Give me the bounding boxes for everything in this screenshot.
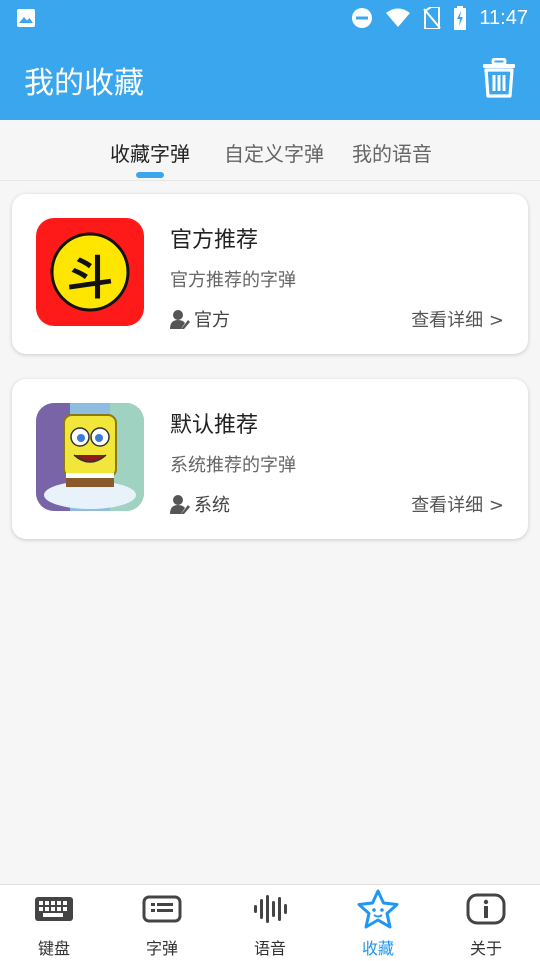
nav-voice[interactable]: 语音 <box>216 885 324 961</box>
nav-subtitles[interactable]: 字弹 <box>108 885 216 961</box>
card-author: 系统 <box>170 491 230 517</box>
view-details-link[interactable]: 查看详细 > <box>411 491 504 517</box>
nav-label: 字弹 <box>145 939 178 958</box>
tab-my-voice[interactable]: 我的语音 <box>352 138 432 167</box>
card-thumbnail <box>36 403 144 511</box>
battery-charging-icon <box>454 6 467 30</box>
subtitle-icon <box>142 895 182 923</box>
image-notification-icon <box>17 9 35 27</box>
view-details-link[interactable]: 查看详细 > <box>411 306 504 332</box>
nav-label: 键盘 <box>37 939 70 958</box>
favorite-card[interactable]: 斗 官方推荐 官方推荐的字弹 官方 查看详细 > <box>12 194 528 354</box>
tab-custom-subtitles[interactable]: 自定义字弹 <box>224 138 324 167</box>
favorite-card[interactable]: 默认推荐 系统推荐的字弹 系统 查看详细 > <box>12 379 528 539</box>
info-icon <box>466 893 506 925</box>
nav-keyboard[interactable]: 键盘 <box>0 885 108 961</box>
nav-about[interactable]: 关于 <box>432 885 540 961</box>
wifi-icon <box>386 8 411 27</box>
thumb-char: 斗 <box>67 251 113 305</box>
nav-label: 语音 <box>253 939 286 958</box>
user-edit-icon <box>170 310 190 329</box>
voice-waveform-icon <box>254 895 287 923</box>
page-title: 我的收藏 <box>24 66 144 101</box>
spongebob-image-icon <box>36 403 144 511</box>
app-header: 11:47 我的收藏 <box>0 0 540 120</box>
keyboard-icon <box>35 897 73 921</box>
status-time: 11:47 <box>479 6 528 29</box>
tab-favorite-subtitles[interactable]: 收藏字弹 <box>110 138 190 167</box>
card-subtitle: 官方推荐的字弹 <box>170 270 296 291</box>
nav-favorites[interactable]: 收藏 <box>324 885 432 961</box>
active-tab-indicator <box>136 172 164 178</box>
tab-bar: 收藏字弹 自定义字弹 我的语音 <box>0 120 540 181</box>
author-label: 官方 <box>194 310 230 331</box>
trash-icon[interactable] <box>482 58 516 98</box>
no-sim-icon <box>423 7 442 29</box>
nav-label: 收藏 <box>361 939 394 958</box>
star-icon <box>357 889 399 929</box>
bottom-navigation: 键盘 字弹 语音 收藏 关于 <box>0 884 540 961</box>
nav-label: 关于 <box>469 939 502 958</box>
card-thumbnail: 斗 <box>36 218 144 326</box>
status-bar: 11:47 <box>0 0 540 36</box>
do-not-disturb-icon <box>352 8 373 28</box>
card-subtitle: 系统推荐的字弹 <box>170 455 296 476</box>
author-label: 系统 <box>194 495 230 516</box>
card-title: 默认推荐 <box>170 413 259 438</box>
user-edit-icon <box>170 495 190 514</box>
card-author: 官方 <box>170 306 230 332</box>
card-title: 官方推荐 <box>170 228 259 253</box>
